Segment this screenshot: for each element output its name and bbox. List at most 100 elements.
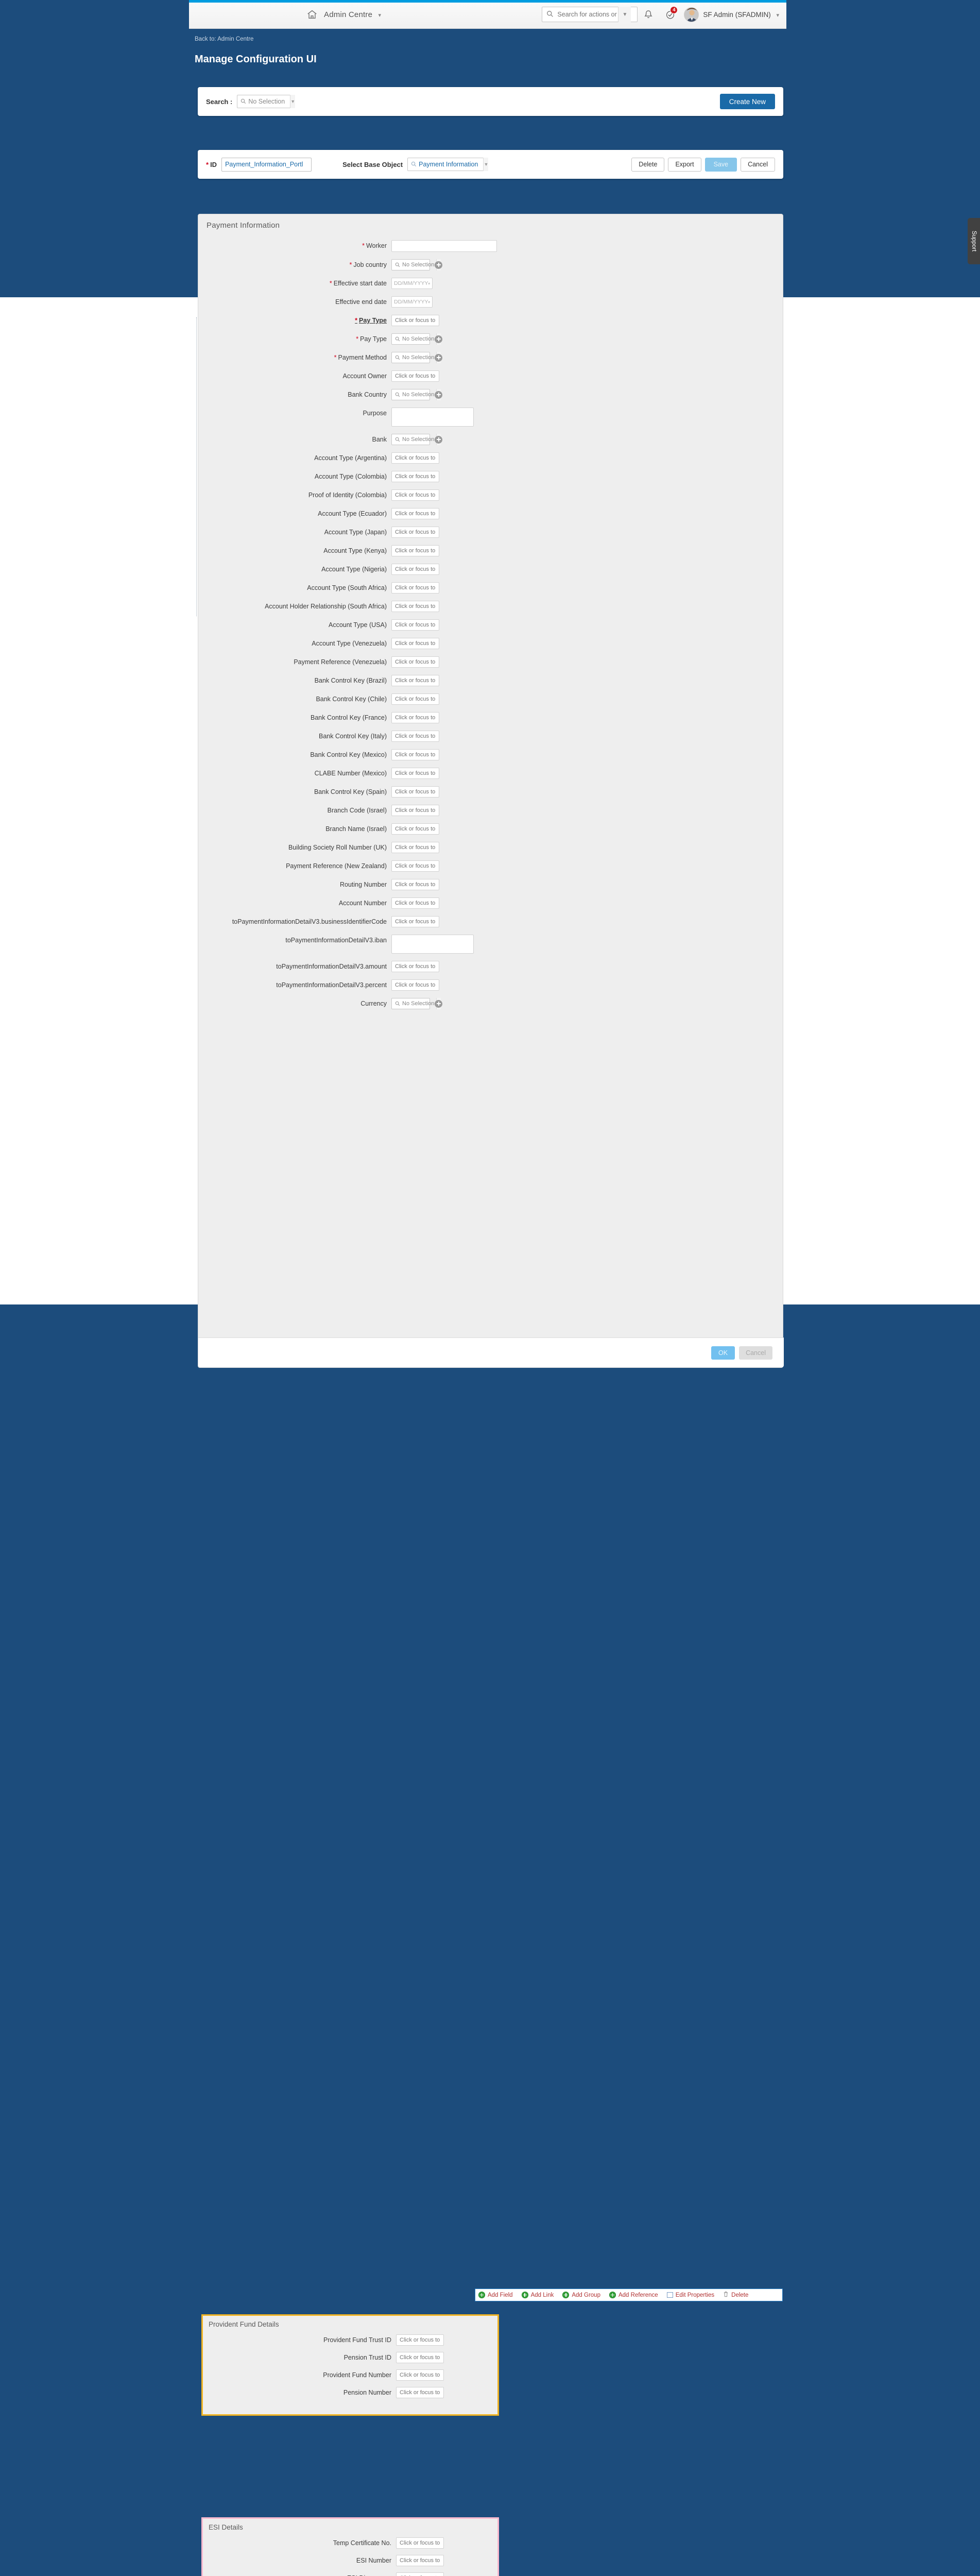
date-field[interactable]: DD/MM/YYYY [391,278,433,289]
form-field-row[interactable]: *Job countryNo Selection▼ [198,259,783,270]
form-field-row[interactable]: Account Type (Nigeria) [198,564,783,575]
search-selection-dropdown[interactable]: No Selection ▼ [237,95,296,108]
user-menu[interactable]: SF Admin (SFADMIN) ▾ [703,11,779,19]
add-value-icon[interactable] [435,261,442,269]
form-field-row[interactable]: Bank Control Key (Chile) [198,693,783,705]
form-field-row[interactable]: toPaymentInformationDetailV3.iban [198,935,783,954]
field-input[interactable] [391,489,439,501]
form-field-row[interactable]: Account Type (USA) [198,619,783,631]
field-input[interactable] [391,582,439,594]
notifications-button[interactable] [638,4,659,25]
form-field-row[interactable]: Proof of Identity (Colombia) [198,489,783,501]
form-field-row[interactable]: Account Type (Argentina) [198,452,783,464]
search-dropdown-toggle[interactable]: ▼ [618,7,631,22]
form-field-row[interactable]: Branch Name (Israel) [198,823,783,835]
form-field-row[interactable]: Pension Trust ID [203,2352,497,2363]
ok-button[interactable]: OK [711,1346,735,1360]
toolbar-add-group[interactable]: Add Group [562,2292,600,2298]
field-input[interactable] [391,879,439,890]
field-input[interactable] [391,452,439,464]
field-input[interactable] [391,860,439,872]
avatar[interactable] [684,7,699,22]
form-field-row[interactable]: toPaymentInformationDetailV3.amount [198,961,783,972]
field-textarea[interactable] [391,935,474,954]
field-input[interactable] [396,2572,444,2576]
field-input[interactable] [391,315,439,326]
form-field-row[interactable]: Temp Certificate No. [203,2537,497,2549]
search-input[interactable] [556,8,618,21]
form-field-row[interactable]: CLABE Number (Mexico) [198,768,783,779]
chevron-down-icon[interactable]: ▼ [483,158,489,171]
toolbar-edit-properties[interactable]: Edit Properties [666,2292,714,2298]
form-field-row[interactable]: Account Type (Venezuela) [198,638,783,649]
form-field-row[interactable]: * Worker [198,240,783,252]
breadcrumb[interactable]: Back to: Admin Centre [195,36,980,42]
field-dropdown[interactable]: No Selection▼ [391,352,441,363]
form-field-row[interactable]: Account Holder Relationship (South Afric… [198,601,783,612]
chevron-down-icon[interactable]: ▼ [290,95,296,108]
form-field-row[interactable]: Bank Control Key (France) [198,712,783,723]
form-field-row[interactable]: Account Type (South Africa) [198,582,783,594]
create-new-button[interactable]: Create New [719,94,775,109]
field-input[interactable] [391,545,439,556]
toolbar-add-field[interactable]: Add Field [478,2292,513,2298]
form-field-row[interactable]: Payment Reference (Venezuela) [198,656,783,668]
form-field-row[interactable]: Bank Control Key (Brazil) [198,675,783,686]
form-field-row[interactable]: Account Owner [198,370,783,382]
form-field-row[interactable]: Bank Control Key (Spain) [198,786,783,798]
export-button[interactable]: Export [668,157,701,172]
field-dropdown[interactable]: No Selection▼ [391,333,441,345]
cancel-button[interactable]: Cancel [741,157,775,172]
field-input[interactable] [391,601,439,612]
form-field-row[interactable]: Provident Fund Trust ID [203,2334,497,2346]
field-input[interactable] [391,564,439,575]
field-input[interactable] [396,2369,444,2381]
panel-cancel-button[interactable]: Cancel [739,1346,772,1360]
add-value-icon[interactable] [435,353,442,362]
form-field-row[interactable]: Pension Number [203,2387,497,2398]
field-input[interactable] [391,240,497,252]
add-value-icon[interactable] [435,391,442,399]
form-field-row[interactable]: Bank Control Key (Italy) [198,731,783,742]
field-input[interactable] [391,731,439,742]
field-input[interactable] [391,823,439,835]
global-search[interactable]: ▼ [542,7,638,22]
form-field-row[interactable]: Effective end date DD/MM/YYYY [198,296,783,308]
add-value-icon[interactable] [435,435,442,444]
form-field-row[interactable]: Account Type (Japan) [198,527,783,538]
field-input[interactable] [396,2387,444,2398]
form-field-row[interactable]: Account Type (Colombia) [198,471,783,482]
field-input[interactable] [396,2334,444,2346]
form-field-row[interactable]: *Payment MethodNo Selection▼ [198,352,783,363]
field-input[interactable] [391,656,439,668]
form-field-row[interactable]: Branch Code (Israel) [198,805,783,816]
form-field-row[interactable]: *Pay TypeNo Selection▼ [198,333,783,345]
form-field-row[interactable]: toPaymentInformationDetailV3.businessIde… [198,916,783,927]
field-input[interactable] [391,786,439,798]
save-button[interactable]: Save [704,157,737,172]
form-field-row[interactable]: ESI Number [203,2555,497,2566]
admin-centre-menu[interactable]: Admin Centre ▾ [324,10,381,19]
form-field-row[interactable]: Account Type (Kenya) [198,545,783,556]
id-input[interactable] [221,157,312,172]
field-input[interactable] [391,508,439,519]
field-input[interactable] [391,842,439,853]
form-field-row[interactable]: * Pay Type [198,315,783,326]
field-input[interactable] [396,2537,444,2549]
delete-button[interactable]: Delete [631,157,665,172]
toolbar-delete[interactable]: Delete [723,2291,748,2299]
field-input[interactable] [396,2352,444,2363]
field-dropdown[interactable]: No Selection▼ [391,259,441,270]
form-field-row[interactable]: Currency No Selection▼ [198,998,783,1009]
add-value-icon[interactable] [435,335,442,343]
field-input[interactable] [391,675,439,686]
field-input[interactable] [391,471,439,482]
field-input[interactable] [391,916,439,927]
field-input[interactable] [391,638,439,649]
support-tab[interactable]: Support [968,218,980,264]
field-dropdown[interactable]: No Selection▼ [391,389,441,400]
form-field-row[interactable]: Account Type (Ecuador) [198,508,783,519]
form-field-row[interactable]: ESI Dispensary [203,2572,497,2576]
field-input[interactable] [391,897,439,909]
field-input[interactable] [391,979,439,991]
